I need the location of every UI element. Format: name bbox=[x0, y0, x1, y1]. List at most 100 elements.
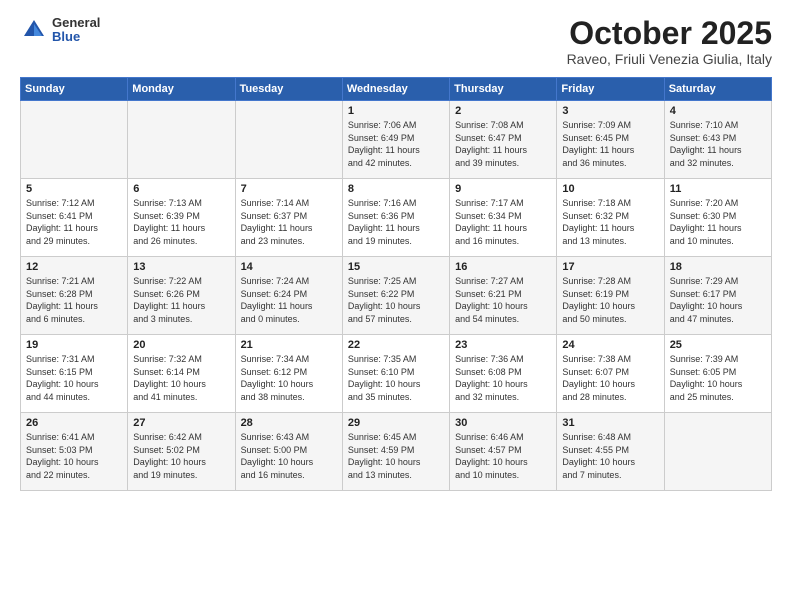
day-info: Sunrise: 7:21 AM Sunset: 6:28 PM Dayligh… bbox=[26, 275, 122, 325]
day-number: 21 bbox=[241, 339, 337, 351]
weekday-header-saturday: Saturday bbox=[664, 78, 771, 101]
weekday-header-tuesday: Tuesday bbox=[235, 78, 342, 101]
day-info: Sunrise: 7:12 AM Sunset: 6:41 PM Dayligh… bbox=[26, 197, 122, 247]
calendar-cell: 9 Sunrise: 7:17 AM Sunset: 6:34 PM Daylig… bbox=[450, 179, 557, 257]
day-info: Sunrise: 7:06 AM Sunset: 6:49 PM Dayligh… bbox=[348, 119, 444, 169]
calendar-cell bbox=[235, 101, 342, 179]
day-info: Sunrise: 7:18 AM Sunset: 6:32 PM Dayligh… bbox=[562, 197, 658, 247]
day-number: 14 bbox=[241, 261, 337, 273]
calendar-cell: 24 Sunrise: 7:38 AM Sunset: 6:07 PM Dayli… bbox=[557, 335, 664, 413]
day-info: Sunrise: 7:28 AM Sunset: 6:19 PM Dayligh… bbox=[562, 275, 658, 325]
calendar-cell: 31 Sunrise: 6:48 AM Sunset: 4:55 PM Dayli… bbox=[557, 413, 664, 491]
calendar-cell: 11 Sunrise: 7:20 AM Sunset: 6:30 PM Dayli… bbox=[664, 179, 771, 257]
day-info: Sunrise: 7:20 AM Sunset: 6:30 PM Dayligh… bbox=[670, 197, 766, 247]
calendar-table: SundayMondayTuesdayWednesdayThursdayFrid… bbox=[20, 77, 772, 491]
calendar-cell bbox=[664, 413, 771, 491]
calendar-cell: 10 Sunrise: 7:18 AM Sunset: 6:32 PM Dayli… bbox=[557, 179, 664, 257]
calendar-cell: 20 Sunrise: 7:32 AM Sunset: 6:14 PM Dayli… bbox=[128, 335, 235, 413]
calendar-cell: 25 Sunrise: 7:39 AM Sunset: 6:05 PM Dayli… bbox=[664, 335, 771, 413]
day-info: Sunrise: 7:38 AM Sunset: 6:07 PM Dayligh… bbox=[562, 353, 658, 403]
calendar-cell: 21 Sunrise: 7:34 AM Sunset: 6:12 PM Dayli… bbox=[235, 335, 342, 413]
calendar-cell: 15 Sunrise: 7:25 AM Sunset: 6:22 PM Dayli… bbox=[342, 257, 449, 335]
day-info: Sunrise: 7:25 AM Sunset: 6:22 PM Dayligh… bbox=[348, 275, 444, 325]
calendar-cell: 12Sunrise: 7:21 AM Sunset: 6:28 PM Dayli… bbox=[21, 257, 128, 335]
logo-blue-text: Blue bbox=[52, 30, 100, 44]
day-number: 7 bbox=[241, 183, 337, 195]
day-number: 24 bbox=[562, 339, 658, 351]
day-number: 15 bbox=[348, 261, 444, 273]
week-row-1: 1 Sunrise: 7:06 AM Sunset: 6:49 PM Daylig… bbox=[21, 101, 772, 179]
calendar-cell: 16Sunrise: 7:27 AM Sunset: 6:21 PM Dayli… bbox=[450, 257, 557, 335]
day-info: Sunrise: 7:32 AM Sunset: 6:14 PM Dayligh… bbox=[133, 353, 229, 403]
day-number: 6 bbox=[133, 183, 229, 195]
calendar-cell bbox=[128, 101, 235, 179]
day-number: 26 bbox=[26, 417, 122, 429]
day-info: Sunrise: 6:43 AM Sunset: 5:00 PM Dayligh… bbox=[241, 431, 337, 481]
day-number: 4 bbox=[670, 105, 766, 117]
week-row-2: 5 Sunrise: 7:12 AM Sunset: 6:41 PM Daylig… bbox=[21, 179, 772, 257]
day-number: 28 bbox=[241, 417, 337, 429]
week-row-5: 26 Sunrise: 6:41 AM Sunset: 5:03 PM Dayli… bbox=[21, 413, 772, 491]
day-number: 30 bbox=[455, 417, 551, 429]
day-number: 13 bbox=[133, 261, 229, 273]
calendar-cell: 13Sunrise: 7:22 AM Sunset: 6:26 PM Dayli… bbox=[128, 257, 235, 335]
day-number: 10 bbox=[562, 183, 658, 195]
day-number: 20 bbox=[133, 339, 229, 351]
calendar-cell: 27 Sunrise: 6:42 AM Sunset: 5:02 PM Dayli… bbox=[128, 413, 235, 491]
calendar-cell: 4Sunrise: 7:10 AM Sunset: 6:43 PM Daylig… bbox=[664, 101, 771, 179]
logo: General Blue bbox=[20, 16, 100, 45]
calendar-cell: 29 Sunrise: 6:45 AM Sunset: 4:59 PM Dayli… bbox=[342, 413, 449, 491]
weekday-header-wednesday: Wednesday bbox=[342, 78, 449, 101]
day-info: Sunrise: 7:29 AM Sunset: 6:17 PM Dayligh… bbox=[670, 275, 766, 325]
day-number: 3 bbox=[562, 105, 658, 117]
day-info: Sunrise: 7:31 AM Sunset: 6:15 PM Dayligh… bbox=[26, 353, 122, 403]
calendar-cell: 8 Sunrise: 7:16 AM Sunset: 6:36 PM Daylig… bbox=[342, 179, 449, 257]
day-number: 27 bbox=[133, 417, 229, 429]
logo-general-text: General bbox=[52, 16, 100, 30]
calendar-subtitle: Raveo, Friuli Venezia Giulia, Italy bbox=[567, 51, 772, 67]
day-number: 22 bbox=[348, 339, 444, 351]
day-number: 9 bbox=[455, 183, 551, 195]
day-info: Sunrise: 6:48 AM Sunset: 4:55 PM Dayligh… bbox=[562, 431, 658, 481]
day-number: 16 bbox=[455, 261, 551, 273]
weekday-header-row: SundayMondayTuesdayWednesdayThursdayFrid… bbox=[21, 78, 772, 101]
day-number: 5 bbox=[26, 183, 122, 195]
day-number: 11 bbox=[670, 183, 766, 195]
calendar-cell: 14Sunrise: 7:24 AM Sunset: 6:24 PM Dayli… bbox=[235, 257, 342, 335]
header: General Blue October 2025 Raveo, Friuli … bbox=[20, 16, 772, 67]
day-info: Sunrise: 7:17 AM Sunset: 6:34 PM Dayligh… bbox=[455, 197, 551, 247]
calendar-cell: 19Sunrise: 7:31 AM Sunset: 6:15 PM Dayli… bbox=[21, 335, 128, 413]
day-info: Sunrise: 6:41 AM Sunset: 5:03 PM Dayligh… bbox=[26, 431, 122, 481]
calendar-cell: 17 Sunrise: 7:28 AM Sunset: 6:19 PM Dayli… bbox=[557, 257, 664, 335]
day-number: 25 bbox=[670, 339, 766, 351]
calendar-cell: 18Sunrise: 7:29 AM Sunset: 6:17 PM Dayli… bbox=[664, 257, 771, 335]
day-number: 29 bbox=[348, 417, 444, 429]
week-row-3: 12Sunrise: 7:21 AM Sunset: 6:28 PM Dayli… bbox=[21, 257, 772, 335]
day-info: Sunrise: 7:35 AM Sunset: 6:10 PM Dayligh… bbox=[348, 353, 444, 403]
day-info: Sunrise: 7:36 AM Sunset: 6:08 PM Dayligh… bbox=[455, 353, 551, 403]
weekday-header-thursday: Thursday bbox=[450, 78, 557, 101]
day-number: 1 bbox=[348, 105, 444, 117]
day-info: Sunrise: 7:34 AM Sunset: 6:12 PM Dayligh… bbox=[241, 353, 337, 403]
calendar-cell: 5 Sunrise: 7:12 AM Sunset: 6:41 PM Daylig… bbox=[21, 179, 128, 257]
weekday-header-monday: Monday bbox=[128, 78, 235, 101]
day-number: 2 bbox=[455, 105, 551, 117]
day-info: Sunrise: 7:16 AM Sunset: 6:36 PM Dayligh… bbox=[348, 197, 444, 247]
day-info: Sunrise: 6:42 AM Sunset: 5:02 PM Dayligh… bbox=[133, 431, 229, 481]
weekday-header-friday: Friday bbox=[557, 78, 664, 101]
day-number: 31 bbox=[562, 417, 658, 429]
day-number: 17 bbox=[562, 261, 658, 273]
day-number: 23 bbox=[455, 339, 551, 351]
calendar-cell: 2 Sunrise: 7:08 AM Sunset: 6:47 PM Daylig… bbox=[450, 101, 557, 179]
day-info: Sunrise: 7:39 AM Sunset: 6:05 PM Dayligh… bbox=[670, 353, 766, 403]
title-block: October 2025 Raveo, Friuli Venezia Giuli… bbox=[567, 16, 772, 67]
day-info: Sunrise: 6:46 AM Sunset: 4:57 PM Dayligh… bbox=[455, 431, 551, 481]
logo-icon bbox=[20, 16, 48, 44]
calendar-cell: 22 Sunrise: 7:35 AM Sunset: 6:10 PM Dayli… bbox=[342, 335, 449, 413]
calendar-cell: 23 Sunrise: 7:36 AM Sunset: 6:08 PM Dayli… bbox=[450, 335, 557, 413]
day-info: Sunrise: 6:45 AM Sunset: 4:59 PM Dayligh… bbox=[348, 431, 444, 481]
day-info: Sunrise: 7:13 AM Sunset: 6:39 PM Dayligh… bbox=[133, 197, 229, 247]
week-row-4: 19Sunrise: 7:31 AM Sunset: 6:15 PM Dayli… bbox=[21, 335, 772, 413]
day-info: Sunrise: 7:08 AM Sunset: 6:47 PM Dayligh… bbox=[455, 119, 551, 169]
day-number: 8 bbox=[348, 183, 444, 195]
